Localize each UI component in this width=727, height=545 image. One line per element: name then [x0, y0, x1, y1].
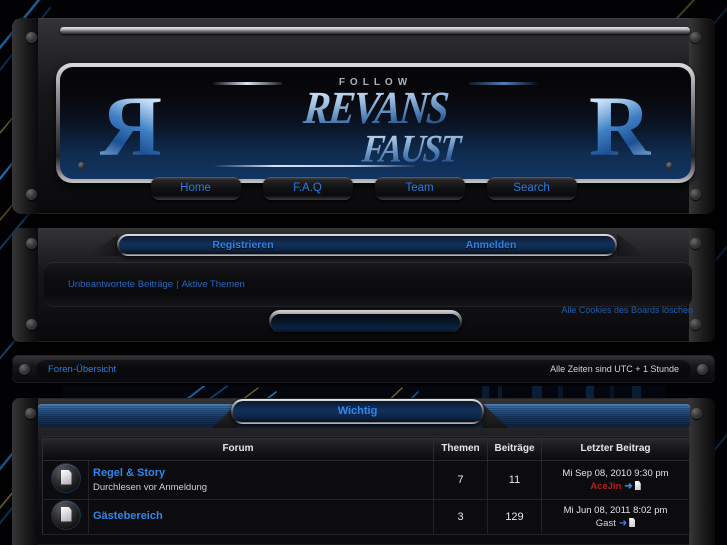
topics-count: 7: [433, 460, 488, 500]
forum-description: Durchlesen vor Anmeldung: [93, 482, 208, 493]
auth-bar-wing-right: [617, 234, 647, 256]
screw-icon: [690, 189, 701, 200]
screw-icon: [26, 319, 37, 330]
forum-icon-cell: [42, 499, 89, 535]
last-post-author-name: AceJin: [590, 481, 622, 492]
screw-icon: [690, 238, 701, 249]
category-title-plate: Wichtig: [231, 399, 484, 424]
category-title[interactable]: Wichtig: [233, 401, 482, 422]
table-row: Regel & Story Durchlesen vor Anmeldung 7…: [42, 460, 690, 500]
logo-main-text: REVANS: [60, 82, 691, 134]
column-header-lastpost: Letzter Beitrag: [541, 436, 690, 461]
quicklinks-panel: Unbeantwortete Beiträge | Aktive Themen: [44, 262, 692, 307]
last-post-date: Mi Jun 08, 2011 8:02 pm: [563, 505, 668, 516]
folder-icon: [51, 463, 80, 492]
last-post-cell: Mi Sep 08, 2010 9:30 pm AceJin ➜: [541, 460, 690, 500]
forum-link[interactable]: Regel & Story: [93, 467, 433, 479]
forum-page: R R FOLLOW REVANS FAUST Home F.A.Q Team …: [0, 0, 727, 545]
login-link[interactable]: Anmelden: [367, 236, 615, 254]
forum-category-panel: Wichtig Forum Themen Beiträge Letzter Be…: [12, 398, 715, 545]
logo-rule-right: [469, 82, 539, 85]
screw-icon: [19, 364, 30, 375]
nav-search[interactable]: Search: [486, 177, 577, 200]
screw-icon: [78, 162, 85, 169]
goto-last-post-arrow-icon[interactable]: ➜: [624, 481, 632, 492]
nav-faq[interactable]: F.A.Q: [262, 177, 353, 200]
screw-icon: [26, 32, 37, 43]
breadcrumb-bar: Foren-Übersicht Alle Zeiten sind UTC + 1…: [12, 355, 715, 383]
site-banner[interactable]: R R FOLLOW REVANS FAUST: [60, 67, 691, 179]
last-post-doc-icon[interactable]: [629, 518, 636, 527]
screw-icon: [690, 32, 701, 43]
screw-icon: [26, 238, 37, 249]
column-header-forum: Forum: [42, 436, 434, 461]
screw-icon: [25, 408, 36, 419]
search-input[interactable]: [271, 313, 460, 332]
table-header-row: Forum Themen Beiträge Letzter Beitrag: [42, 436, 690, 461]
logo-rule-bottom: [215, 165, 415, 167]
last-post-author-name: Gast: [595, 518, 616, 529]
auth-bar: Registrieren Anmelden: [117, 234, 617, 256]
header-panel: R R FOLLOW REVANS FAUST Home F.A.Q Team …: [12, 18, 715, 214]
quicklinks: Unbeantwortete Beiträge | Aktive Themen: [68, 279, 245, 290]
logo-sub-text: FAUST: [60, 128, 691, 171]
screw-icon: [26, 189, 37, 200]
topics-count: 3: [433, 499, 488, 535]
screw-icon: [666, 162, 673, 169]
posts-count: 11: [487, 460, 542, 500]
quicklinks-separator: |: [176, 279, 179, 290]
forum-info-cell: Regel & Story Durchlesen vor Anmeldung: [88, 460, 434, 500]
account-panel: Registrieren Anmelden Unbeantwortete Bei…: [12, 228, 715, 342]
main-navigation: Home F.A.Q Team Search: [12, 177, 715, 200]
logo-text-group: FOLLOW REVANS FAUST: [60, 77, 691, 171]
logo-rule-left: [212, 82, 282, 85]
forum-link[interactable]: Gästebereich: [93, 510, 433, 522]
folder-icon: [51, 500, 80, 529]
forum-table: Forum Themen Beiträge Letzter Beitrag Re…: [42, 436, 690, 535]
forum-info-cell: Gästebereich: [88, 499, 434, 535]
unanswered-posts-link[interactable]: Unbeantwortete Beiträge: [68, 279, 173, 290]
goto-last-post-arrow-icon[interactable]: ➜: [619, 518, 627, 529]
active-topics-link[interactable]: Aktive Themen: [182, 279, 245, 290]
table-row: Gästebereich 3 129 Mi Jun 08, 2011 8:02 …: [42, 499, 690, 535]
last-post-date: Mi Sep 08, 2010 9:30 pm: [562, 468, 669, 479]
column-header-posts: Beiträge: [487, 436, 542, 461]
header-accent-slot: [60, 27, 690, 34]
breadcrumb-home-link[interactable]: Foren-Übersicht: [48, 364, 116, 375]
screw-icon: [690, 319, 701, 330]
auth-bar-wing-left: [88, 234, 118, 256]
screw-icon: [697, 364, 708, 375]
screw-icon: [691, 408, 702, 419]
logo-frame: R R FOLLOW REVANS FAUST: [56, 63, 695, 183]
last-post-doc-icon[interactable]: [634, 481, 641, 490]
column-header-topics: Themen: [433, 436, 488, 461]
register-link[interactable]: Registrieren: [119, 236, 367, 254]
search-box: [269, 310, 462, 332]
posts-count: 129: [487, 499, 542, 535]
nav-home[interactable]: Home: [150, 177, 241, 200]
delete-cookies-link[interactable]: Alle Cookies des Boards löschen: [545, 304, 693, 316]
forum-icon-cell: [42, 460, 89, 500]
nav-team[interactable]: Team: [374, 177, 465, 200]
timezone-label: Alle Zeiten sind UTC + 1 Stunde: [550, 364, 679, 374]
last-post-author[interactable]: AceJin ➜: [546, 481, 685, 492]
last-post-cell: Mi Jun 08, 2011 8:02 pm Gast ➜: [541, 499, 690, 535]
last-post-author[interactable]: Gast ➜: [546, 518, 685, 529]
